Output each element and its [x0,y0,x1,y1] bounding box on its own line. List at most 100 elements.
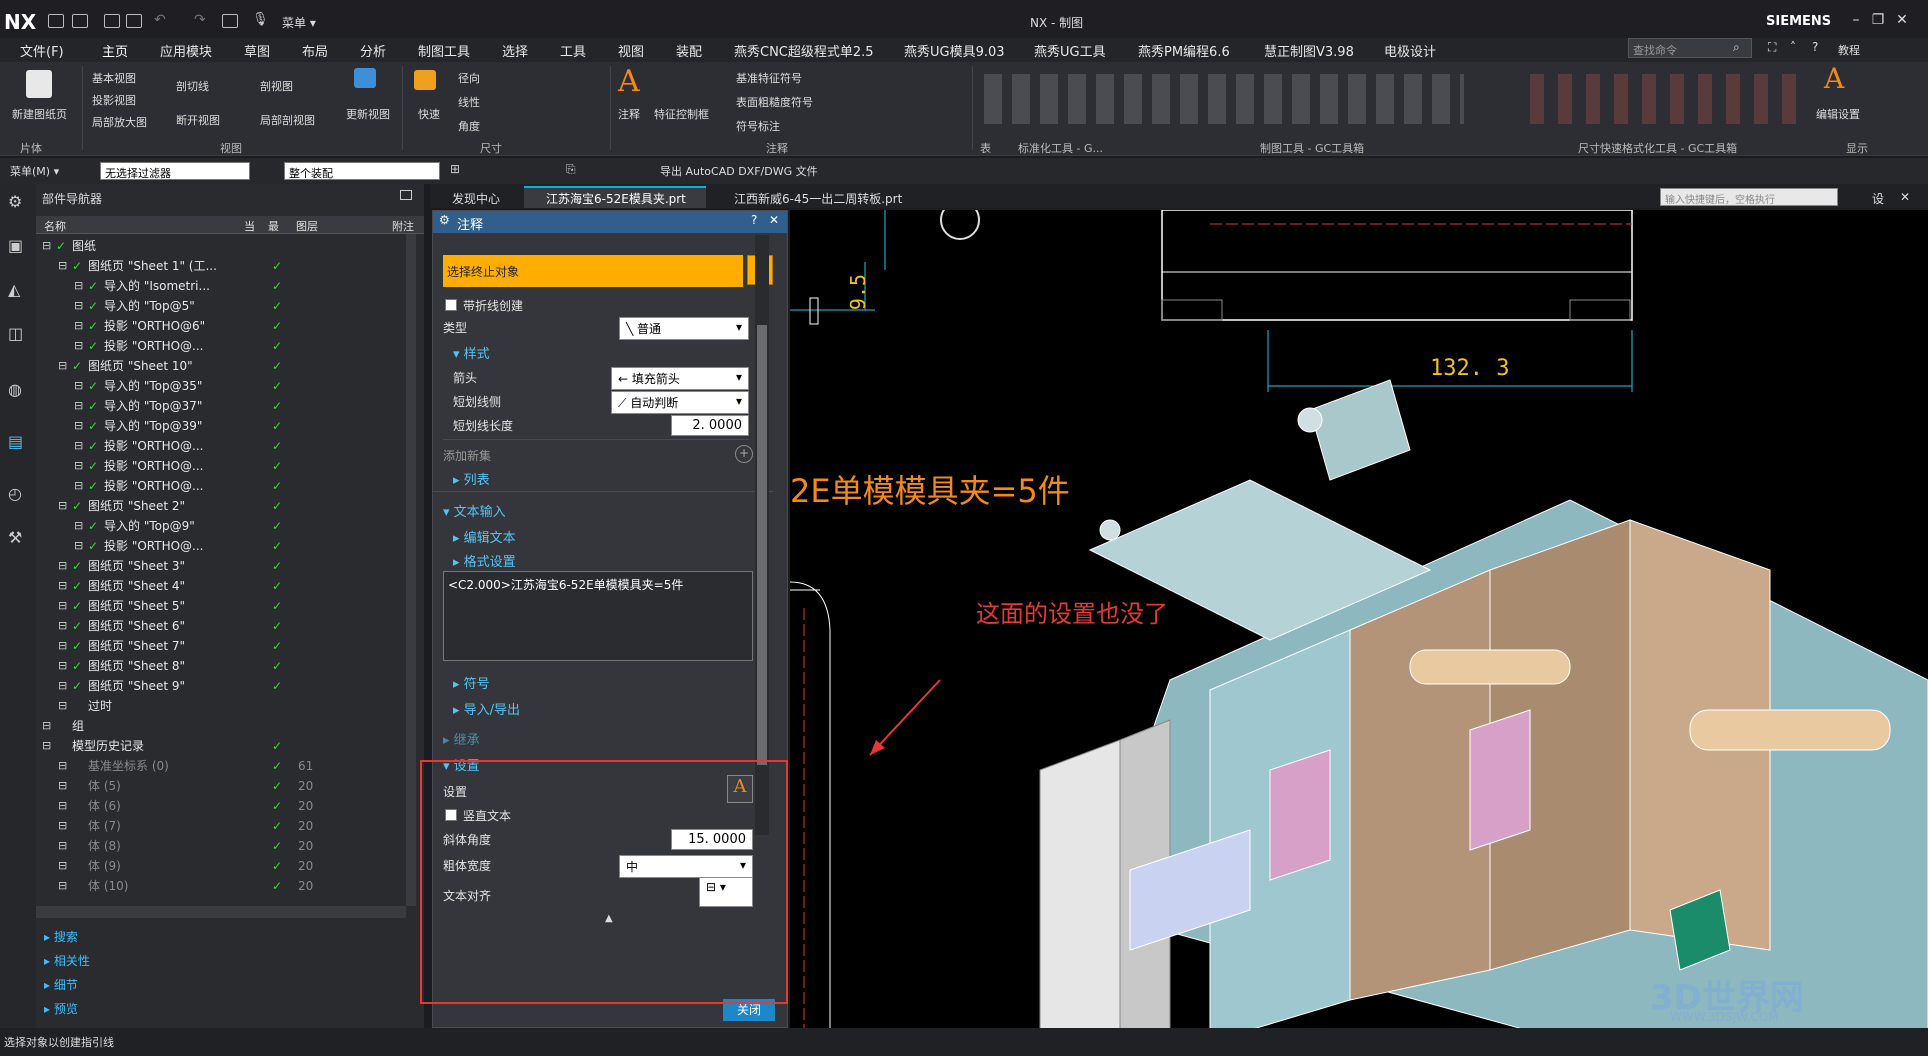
visibility-check-icon[interactable]: ✓ [88,536,98,556]
import-export-section[interactable]: ▸ 导入/导出 [453,699,520,718]
help-icon[interactable]: ? [1812,40,1818,54]
menu-yanxiu-cnc[interactable]: 燕秀CNC超级程式单2.5 [734,41,874,60]
tree-row[interactable]: ⊟ ✓ 投影 "ORTHO@... ✓ [36,436,406,456]
dim-value-132-3[interactable]: 132. 3 [1430,356,1509,381]
web-icon[interactable]: ◍ [8,380,22,399]
tree-row[interactable]: ⊟ ✓ 投影 "ORTHO@... ✓ [36,456,406,476]
tree-row[interactable]: ⊟ ✓ 图纸页 "Sheet 7" ✓ [36,636,406,656]
tree-row[interactable]: ⊟ ✓ 图纸页 "Sheet 2" ✓ [36,496,406,516]
col-current[interactable]: 当 [244,218,255,234]
nav-details-section[interactable]: ▸ 细节 [44,976,78,993]
rapid-dim-icon[interactable] [414,70,436,90]
visibility-check-icon[interactable]: ✓ [88,276,98,296]
menu-select[interactable]: 选择 [502,41,528,60]
menu-assembly[interactable]: 装配 [676,41,702,60]
expand-icon[interactable]: ⊟ [58,636,67,656]
dim-value-9-5[interactable]: 9.5 [846,274,870,310]
update-view-button[interactable]: 更新视图 [346,106,390,122]
tree-row[interactable]: ⊟ ✓ 投影 "ORTHO@6" ✓ [36,316,406,336]
expand-icon[interactable]: ⊟ [58,836,67,856]
settings-tab[interactable]: 设 [1872,190,1884,207]
col-layer[interactable]: 图层 [296,218,318,234]
tools-icon[interactable]: ⚒ [8,528,22,547]
expand-icon[interactable]: ⊟ [74,416,83,436]
visibility-check-icon[interactable]: ✓ [88,316,98,336]
restore-icon[interactable]: ❐ [1868,12,1888,28]
tree-row[interactable]: ⊟ 组 [36,716,406,736]
menu-yanxiu-pm[interactable]: 燕秀PM编程6.6 [1138,41,1230,60]
undo-icon[interactable]: ↶ [154,12,166,28]
expand-icon[interactable]: ⊟ [42,716,51,736]
collapse-ribbon-icon[interactable]: ˄ [1790,40,1796,54]
redo-icon[interactable]: ↷ [194,12,206,28]
detail-view-button[interactable]: 局部放大图 [92,114,147,130]
menu-view[interactable]: 视图 [618,41,644,60]
expand-icon[interactable]: ⊟ [74,296,83,316]
new-icon[interactable] [48,14,64,28]
tab-other-part[interactable]: 江西新威6-45一出二周转板.prt [734,190,902,207]
break-out-view-button[interactable]: 局部剖视图 [260,112,315,128]
menu-home[interactable]: 主页 [102,41,129,64]
menu-drafting-tools[interactable]: 制图工具 [418,41,470,60]
edit-settings-icon[interactable]: A [1824,62,1844,95]
tree-row[interactable]: ⊟ ✓ 导入的 "Top@37" ✓ [36,396,406,416]
col-name[interactable]: 名称 [44,218,66,234]
visibility-check-icon[interactable]: ✓ [72,676,82,696]
note-button[interactable]: 注释 [618,106,640,122]
visibility-check-icon[interactable]: ✓ [72,596,82,616]
save-all-icon[interactable] [126,14,142,28]
tree-row[interactable]: ⊟ ✓ 投影 "ORTHO@... ✓ [36,336,406,356]
format-settings-section[interactable]: ▸ 格式设置 [453,551,516,570]
visibility-check-icon[interactable]: ✓ [88,516,98,536]
menu-dropdown[interactable]: 菜单 ▾ [282,14,316,31]
expand-icon[interactable]: ⊟ [42,736,51,756]
expand-icon[interactable]: ⊟ [58,796,67,816]
visibility-check-icon[interactable]: ✓ [88,456,98,476]
tree-row[interactable]: ⊟ ✓ 图纸 [36,236,406,256]
tree-row[interactable]: ⊟ 体 (10) ✓ 20 [36,876,406,896]
expand-icon[interactable]: ⊟ [58,656,67,676]
note-text-area[interactable]: <C2.000>江苏海宝6-52E单模模具夹=5件 [443,571,753,661]
expand-icon[interactable]: ⊟ [74,516,83,536]
visibility-check-icon[interactable]: ✓ [72,576,82,596]
expand-icon[interactable]: ⊟ [58,576,67,596]
arrow-select[interactable]: ← 填充箭头 ▾ [611,367,749,390]
expand-icon[interactable]: ⊟ [74,476,83,496]
list-section[interactable]: ▸ 列表 [453,469,490,488]
expand-icon[interactable]: ⊟ [74,276,83,296]
minimize-icon[interactable]: – [1846,12,1866,28]
tree-row[interactable]: ⊟ 体 (7) ✓ 20 [36,816,406,836]
navigator-hscrollbar[interactable] [36,906,406,918]
navigator-scrollbar[interactable] [406,234,416,906]
tree-row[interactable]: ⊟ 体 (6) ✓ 20 [36,796,406,816]
note-icon[interactable]: A [618,64,640,99]
print-icon[interactable] [222,14,238,28]
export-dxf-button[interactable]: 导出 AutoCAD DXF/DWG 文件 [660,163,818,179]
tree-row[interactable]: ⊟ ✓ 图纸页 "Sheet 9" ✓ [36,676,406,696]
command-search-input[interactable]: 查找命令 ⌕ [1628,38,1752,58]
assembly-scope-select[interactable]: 整个装配 [284,162,440,180]
expand-icon[interactable]: ⊟ [58,856,67,876]
history-icon[interactable]: ▤ [8,432,23,451]
fullscreen-icon[interactable]: ⛶ [1768,40,1776,55]
select-end-object[interactable]: 选择终止对象 [443,255,743,287]
col-latest[interactable]: 最 [268,218,279,234]
visibility-check-icon[interactable]: ✓ [88,396,98,416]
snap-icon[interactable]: ⊞ [450,162,460,176]
tree-row[interactable]: ⊟ ✓ 图纸页 "Sheet 1" (工... ✓ [36,256,406,276]
tree-row[interactable]: ⊟ 模型历史记录 ✓ [36,736,406,756]
expand-icon[interactable]: ⊟ [58,256,67,276]
visibility-check-icon[interactable]: ✓ [56,236,66,256]
expand-icon[interactable]: ⊟ [74,396,83,416]
symbol-section[interactable]: ▸ 符号 [453,673,490,692]
expand-icon[interactable]: ⊟ [74,456,83,476]
menu-app-module[interactable]: 应用模块 [160,41,212,60]
selection-filter-select[interactable]: 无选择过滤器 [100,162,250,180]
main-menu-button[interactable]: 菜单(M) ▾ [10,163,59,179]
edit-settings-button[interactable]: 编辑设置 [1816,106,1860,122]
open-icon[interactable] [72,14,88,28]
tree-row[interactable]: ⊟ 基准坐标系 (0) ✓ 61 [36,756,406,776]
inherit-section[interactable]: ▸ 继承 [443,729,480,748]
stub-side-select[interactable]: ⟋ 自动判断 ▾ [611,391,749,414]
visibility-check-icon[interactable]: ✓ [72,636,82,656]
